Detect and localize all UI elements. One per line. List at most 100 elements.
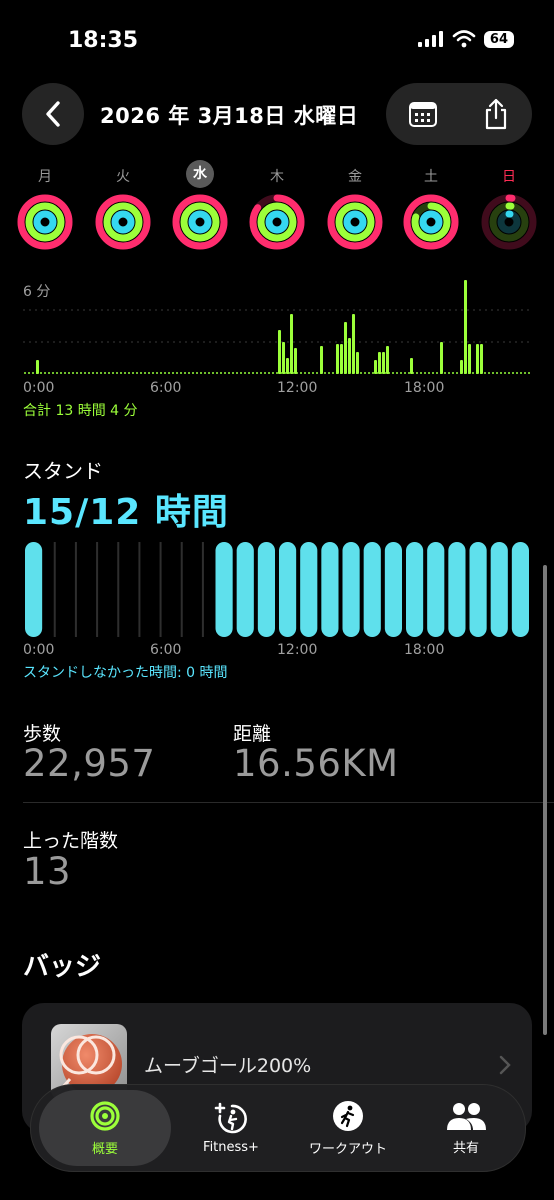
back-button[interactable] bbox=[22, 83, 84, 145]
exercise-bar bbox=[464, 280, 467, 374]
exercise-baseline-dot bbox=[508, 372, 510, 374]
exercise-bar bbox=[286, 358, 289, 374]
chevron-left-icon bbox=[46, 101, 60, 127]
exercise-baseline-dot bbox=[332, 372, 334, 374]
tab-summary-label: 概要 bbox=[91, 1141, 118, 1157]
ring-stand-day-0 bbox=[33, 210, 57, 234]
people-icon bbox=[447, 1102, 486, 1130]
exercise-baseline-dot bbox=[104, 372, 106, 374]
exercise-bar bbox=[480, 344, 483, 374]
exercise-baseline-dot bbox=[528, 372, 530, 374]
stand-hour-bar-17 bbox=[384, 542, 402, 637]
ring-stand-day-4 bbox=[343, 210, 367, 234]
tab-summary-selected[interactable]: 概要 bbox=[39, 1090, 171, 1166]
activity-ring-day-0[interactable] bbox=[17, 194, 73, 250]
exercise-bar bbox=[340, 344, 343, 374]
scroll-indicator[interactable] bbox=[543, 565, 547, 1035]
stand-hour-bar-20 bbox=[448, 542, 466, 637]
exercise-baseline-dot bbox=[80, 372, 82, 374]
tab-fitness-plus[interactable]: Fitness+ bbox=[181, 1085, 281, 1171]
exercise-baseline-dot bbox=[32, 372, 34, 374]
runner-icon bbox=[333, 1100, 363, 1131]
exercise-bar bbox=[36, 360, 39, 374]
exercise-bar bbox=[352, 314, 355, 374]
exercise-baseline-dot bbox=[328, 372, 330, 374]
stand-x-tick-0: 0:00 bbox=[23, 642, 55, 658]
exercise-baseline-dot bbox=[92, 372, 94, 374]
exercise-baseline-dot bbox=[364, 372, 366, 374]
exercise-baseline-dot bbox=[420, 372, 422, 374]
exercise-baseline-dot bbox=[100, 372, 102, 374]
exercise-bar bbox=[468, 344, 471, 374]
calendar-button[interactable] bbox=[398, 89, 448, 139]
steps-value: 22,957 bbox=[23, 742, 156, 785]
tab-fitness-plus-label: Fitness+ bbox=[203, 1139, 259, 1155]
status-icons: 64 bbox=[417, 30, 514, 48]
exercise-baseline-dot bbox=[140, 372, 142, 374]
exercise-baseline-dot bbox=[360, 372, 362, 374]
stand-hour-bar-11 bbox=[257, 542, 275, 637]
exercise-x-tick-3: 18:00 bbox=[404, 380, 445, 396]
flights-value: 13 bbox=[23, 850, 72, 893]
exercise-x-tick-2: 12:00 bbox=[277, 380, 318, 396]
exercise-baseline-dot bbox=[180, 372, 182, 374]
tab-sharing[interactable]: 共有 bbox=[416, 1085, 516, 1171]
tab-workout[interactable]: ワークアウト bbox=[286, 1085, 410, 1171]
day-label-tue[interactable]: 火 bbox=[103, 166, 143, 186]
activity-ring-day-6[interactable] bbox=[481, 194, 537, 250]
ring-stand-day-3 bbox=[265, 210, 289, 234]
exercise-bar bbox=[344, 322, 347, 374]
fitness-plus-icon bbox=[214, 1102, 247, 1133]
exercise-baseline-dot bbox=[88, 372, 90, 374]
exercise-baseline-dot bbox=[416, 372, 418, 374]
exercise-bar bbox=[320, 346, 323, 374]
exercise-baseline-dot bbox=[436, 372, 438, 374]
exercise-bar bbox=[336, 344, 339, 374]
exercise-baseline-dot bbox=[128, 372, 130, 374]
exercise-baseline-dot bbox=[184, 372, 186, 374]
share-button[interactable] bbox=[471, 89, 521, 139]
tab-sharing-label: 共有 bbox=[452, 1140, 479, 1156]
exercise-baseline-dot bbox=[244, 372, 246, 374]
stand-hour-bar-0 bbox=[25, 542, 43, 637]
activity-ring-day-4[interactable] bbox=[327, 194, 383, 250]
exercise-baseline-dot bbox=[84, 372, 86, 374]
exercise-baseline-dot bbox=[208, 372, 210, 374]
day-label-sat[interactable]: 土 bbox=[411, 166, 451, 186]
stand-x-tick-2: 12:00 bbox=[277, 642, 318, 658]
day-label-thu[interactable]: 木 bbox=[257, 166, 297, 186]
exercise-baseline-dot bbox=[216, 372, 218, 374]
exercise-baseline-dot bbox=[24, 372, 26, 374]
activity-ring-day-1[interactable] bbox=[95, 194, 151, 250]
activity-ring-day-5[interactable] bbox=[403, 194, 459, 250]
exercise-baseline-dot bbox=[212, 372, 214, 374]
exercise-baseline-dot bbox=[72, 372, 74, 374]
exercise-baseline-dot bbox=[160, 372, 162, 374]
day-label-fri[interactable]: 金 bbox=[335, 166, 375, 186]
exercise-baseline-dot bbox=[304, 372, 306, 374]
ring-stand-day-5 bbox=[419, 210, 443, 234]
exercise-baseline-dot bbox=[68, 372, 70, 374]
activity-ring-day-2[interactable] bbox=[172, 194, 228, 250]
day-label-sun[interactable]: 日 bbox=[489, 166, 529, 186]
header-actions bbox=[386, 83, 532, 145]
exercise-baseline-dot bbox=[96, 372, 98, 374]
day-label-wed-selected[interactable]: 水 bbox=[186, 160, 214, 188]
exercise-x-tick-1: 6:00 bbox=[150, 380, 182, 396]
badge-label: ムーブゴール200% bbox=[144, 1055, 312, 1077]
exercise-baseline-dot bbox=[196, 372, 198, 374]
status-time: 18:35 bbox=[68, 28, 139, 53]
exercise-baseline-dot bbox=[60, 372, 62, 374]
exercise-baseline-dot bbox=[220, 372, 222, 374]
exercise-x-tick-0: 0:00 bbox=[23, 380, 55, 396]
chevron-right-icon bbox=[499, 1055, 511, 1075]
stand-hour-bar-18 bbox=[406, 542, 424, 637]
activity-ring-day-3[interactable] bbox=[249, 194, 305, 250]
exercise-baseline-dot bbox=[316, 372, 318, 374]
exercise-baseline-dot bbox=[76, 372, 78, 374]
day-label-mon[interactable]: 月 bbox=[25, 166, 65, 186]
exercise-baseline-dot bbox=[496, 372, 498, 374]
stand-hour-bar-19 bbox=[427, 542, 445, 637]
exercise-bar bbox=[290, 314, 293, 374]
exercise-baseline-dot bbox=[404, 372, 406, 374]
